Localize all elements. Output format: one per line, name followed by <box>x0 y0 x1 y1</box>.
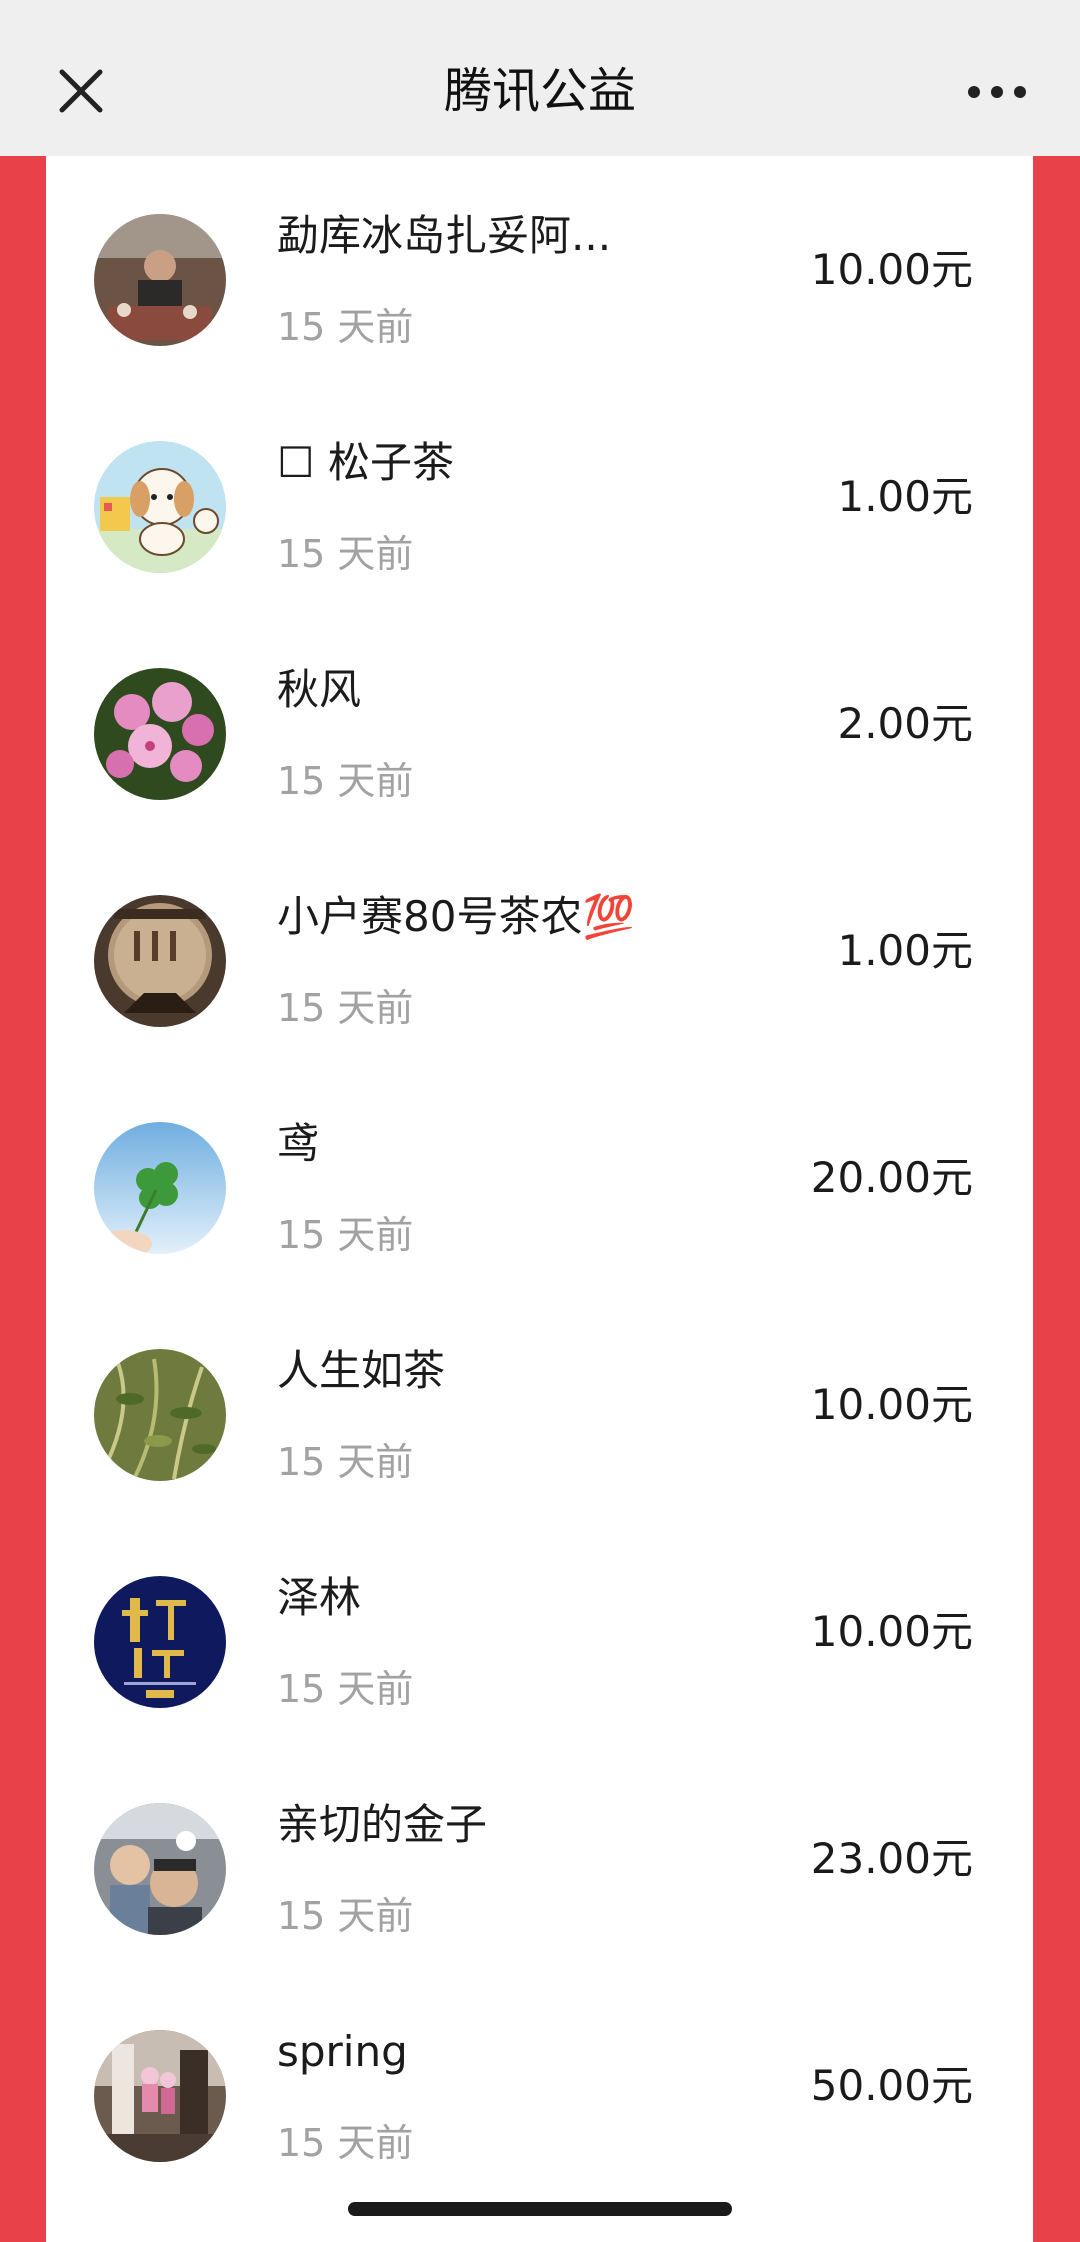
donor-name: spring <box>277 2027 408 2076</box>
donation-row[interactable]: 亲切的金子 15 天前 23.00元 <box>46 1745 1033 1972</box>
donor-name: 泽林 <box>277 1573 362 1622</box>
donor-name: 秋风 <box>277 665 362 714</box>
donation-row[interactable]: 人生如茶 15 天前 10.00元 <box>46 1291 1033 1518</box>
donation-row[interactable]: 勐库冰岛扎妥阿... 15 天前 10.00元 <box>46 156 1033 383</box>
donation-row[interactable]: 泽林 15 天前 10.00元 <box>46 1518 1033 1745</box>
top-navigation-bar: 腾讯公益 <box>0 0 1080 156</box>
donation-time: 15 天前 <box>277 1894 414 1938</box>
avatar <box>94 668 226 800</box>
donor-name: 亲切的金子 <box>277 1800 488 1849</box>
donation-time: 15 天前 <box>277 2121 414 2165</box>
donation-amount: 20.00元 <box>810 1153 973 1202</box>
donor-name: 人生如茶 <box>277 1346 446 1395</box>
donation-row[interactable]: spring 15 天前 50.00元 <box>46 1972 1033 2199</box>
donation-time: 15 天前 <box>277 986 414 1030</box>
avatar <box>94 1349 226 1481</box>
donor-name: 鸢 <box>277 1119 320 1168</box>
donation-amount: 10.00元 <box>810 1607 973 1656</box>
donor-name: ☐ 松子茶 <box>277 438 455 487</box>
home-indicator[interactable] <box>348 2202 732 2216</box>
donation-time: 15 天前 <box>277 759 414 803</box>
donation-amount: 2.00元 <box>837 699 973 748</box>
donation-row[interactable]: 小户赛80号茶农💯 15 天前 1.00元 <box>46 837 1033 1064</box>
donation-time: 15 天前 <box>277 305 414 349</box>
donation-time: 15 天前 <box>277 1213 414 1257</box>
donation-row[interactable]: 鸢 15 天前 20.00元 <box>46 1064 1033 1291</box>
donation-list: 勐库冰岛扎妥阿... 15 天前 10.00元 ☐ 松子茶 15 天前 1.00… <box>46 156 1033 2242</box>
donation-time: 15 天前 <box>277 532 414 576</box>
donation-amount: 10.00元 <box>810 245 973 294</box>
donation-time: 15 天前 <box>277 1440 414 1484</box>
donor-name: 勐库冰岛扎妥阿... <box>277 211 612 260</box>
avatar <box>94 1122 226 1254</box>
avatar <box>94 2030 226 2162</box>
avatar <box>94 441 226 573</box>
donation-amount: 10.00元 <box>810 1380 973 1429</box>
donation-time: 15 天前 <box>277 1667 414 1711</box>
donation-amount: 1.00元 <box>837 926 973 975</box>
avatar <box>94 214 226 346</box>
donation-amount: 1.00元 <box>837 472 973 521</box>
donation-row[interactable]: 秋风 15 天前 2.00元 <box>46 610 1033 837</box>
page-title: 腾讯公益 <box>443 63 636 119</box>
avatar <box>94 1576 226 1708</box>
more-options-icon[interactable] <box>962 72 1032 112</box>
donor-name: 小户赛80号茶农💯 <box>277 892 635 941</box>
donation-row[interactable]: ☐ 松子茶 15 天前 1.00元 <box>46 383 1033 610</box>
avatar <box>94 1803 226 1935</box>
donation-amount: 23.00元 <box>810 1834 973 1883</box>
avatar <box>94 895 226 1027</box>
donation-amount: 50.00元 <box>810 2061 973 2110</box>
